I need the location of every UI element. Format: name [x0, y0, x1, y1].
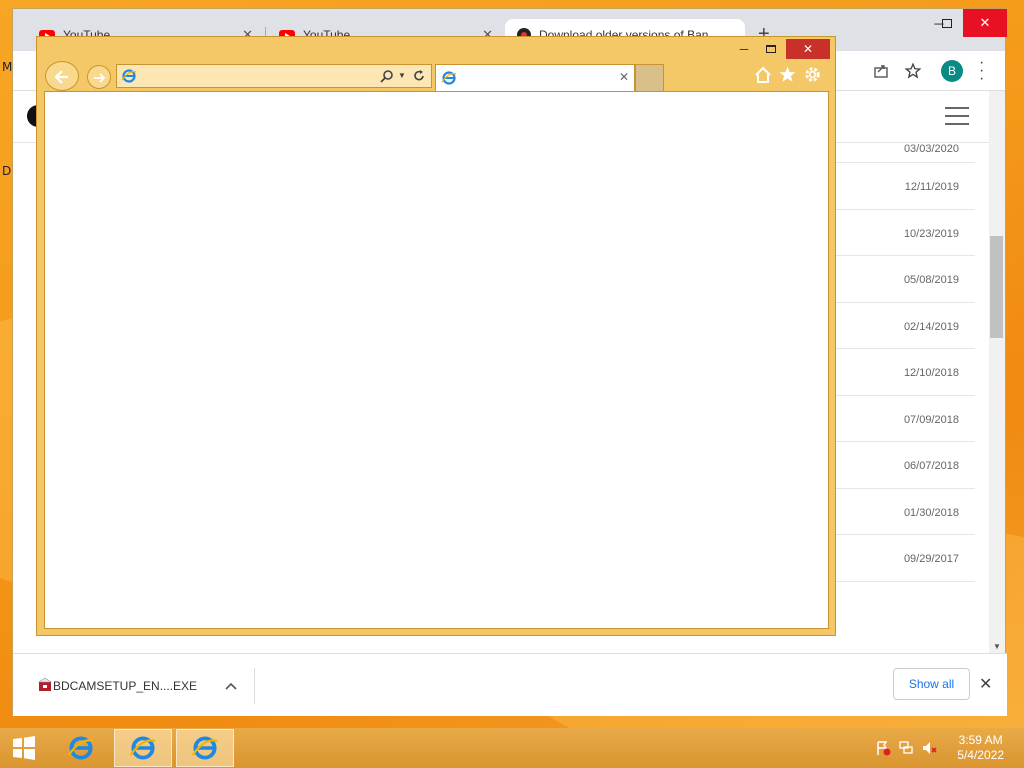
dropdown-icon[interactable]: ▼ [398, 71, 406, 80]
refresh-icon[interactable] [412, 69, 426, 83]
list-item: 12/10/2018 [823, 349, 975, 396]
list-item: 09/29/2017 [823, 535, 975, 582]
release-date: 12/11/2019 [904, 181, 959, 193]
chrome-maximize-button[interactable] [927, 9, 967, 37]
ie-content-area[interactable] [44, 91, 829, 629]
bookmark-star-icon[interactable] [904, 62, 922, 80]
ie-logo-icon [441, 71, 457, 85]
address-input[interactable] [139, 67, 379, 85]
ie-forward-button[interactable] [87, 65, 111, 89]
ie-tab-close-icon[interactable]: ✕ [619, 70, 629, 84]
forward-arrow-icon [94, 73, 106, 83]
profile-avatar[interactable]: B [941, 60, 963, 82]
download-bar-close-button[interactable]: ✕ [979, 674, 992, 694]
action-center-flag-icon[interactable] [875, 740, 891, 756]
volume-muted-icon[interactable] [921, 740, 937, 756]
show-all-button[interactable]: Show all [893, 668, 970, 700]
scrollbar-thumb[interactable] [990, 236, 1003, 338]
list-item: 03/03/2020 [823, 143, 975, 163]
ie-window: ─ ✕ ▼ ✕ [36, 36, 836, 636]
hamburger-menu-icon[interactable] [945, 107, 969, 125]
ie-address-bar[interactable]: ▼ [116, 64, 432, 88]
ie-new-tab-button[interactable] [635, 64, 664, 91]
list-item: 02/14/2019 [823, 303, 975, 349]
share-icon[interactable] [873, 63, 889, 79]
release-date: 10/23/2019 [903, 227, 959, 240]
start-button[interactable] [0, 729, 48, 767]
release-date: 05/08/2019 [903, 274, 959, 286]
clock-date: 5/4/2022 [957, 748, 1004, 762]
network-icon[interactable] [898, 740, 914, 756]
ie-back-button[interactable] [45, 61, 79, 91]
ie-minimize-button[interactable]: ─ [734, 39, 754, 59]
download-bar: BDCAMSETUP_EN....EXE Show all ✕ [13, 653, 1007, 716]
search-icon[interactable] [380, 69, 394, 83]
installer-file-icon [38, 677, 52, 691]
ie-logo-icon [191, 736, 218, 760]
chrome-menu-icon[interactable]: · · · [979, 55, 984, 87]
download-item[interactable]: BDCAMSETUP_EN....EXE [25, 668, 255, 704]
ie-titlebar: ─ ✕ ▼ ✕ [37, 37, 835, 91]
home-icon[interactable] [754, 66, 772, 84]
chevron-up-icon[interactable] [225, 682, 237, 690]
release-date: 12/10/2018 [903, 367, 959, 379]
release-date: 09/29/2017 [903, 553, 959, 565]
desktop-label: D [2, 164, 12, 178]
ie-close-button[interactable]: ✕ [786, 39, 830, 59]
download-file-name: BDCAMSETUP_EN....EXE [53, 679, 198, 693]
favorites-star-icon[interactable] [778, 65, 797, 84]
release-date: 07/09/2018 [903, 413, 959, 426]
ie-logo-icon [129, 736, 156, 760]
list-item: 12/11/2019 [823, 163, 975, 210]
taskbar-ie-pinned[interactable] [52, 729, 110, 767]
list-item: 05/08/2019 [823, 256, 975, 303]
back-arrow-icon [54, 70, 68, 84]
taskbar: 3:59 AM 5/4/2022 [0, 728, 1024, 768]
desktop-label: M [2, 60, 13, 74]
settings-gear-icon[interactable] [803, 65, 822, 84]
ie-tab[interactable]: ✕ [435, 64, 635, 91]
chrome-close-button[interactable]: ✕ [963, 9, 1007, 37]
taskbar-ie-window-2[interactable] [176, 729, 234, 767]
release-date: 03/03/2020 [903, 143, 959, 155]
release-date: 01/30/2018 [903, 506, 959, 519]
clock-time: 3:59 AM [958, 733, 1003, 747]
release-date: 02/14/2019 [903, 320, 959, 333]
page-scrollbar[interactable]: ▼ [989, 91, 1005, 653]
windows-logo-icon [13, 736, 35, 760]
ie-maximize-button[interactable] [759, 39, 783, 59]
release-date: 06/07/2018 [903, 460, 959, 472]
list-item: 10/23/2019 [823, 210, 975, 256]
ie-logo-icon [121, 69, 137, 83]
list-item: 07/09/2018 [823, 396, 975, 442]
list-item: 01/30/2018 [823, 489, 975, 535]
scroll-down-icon[interactable]: ▼ [993, 642, 1001, 651]
list-item: 06/07/2018 [823, 442, 975, 489]
taskbar-ie-window-1[interactable] [114, 729, 172, 767]
system-clock[interactable]: 3:59 AM 5/4/2022 [957, 733, 1004, 763]
ie-logo-icon [67, 736, 94, 760]
